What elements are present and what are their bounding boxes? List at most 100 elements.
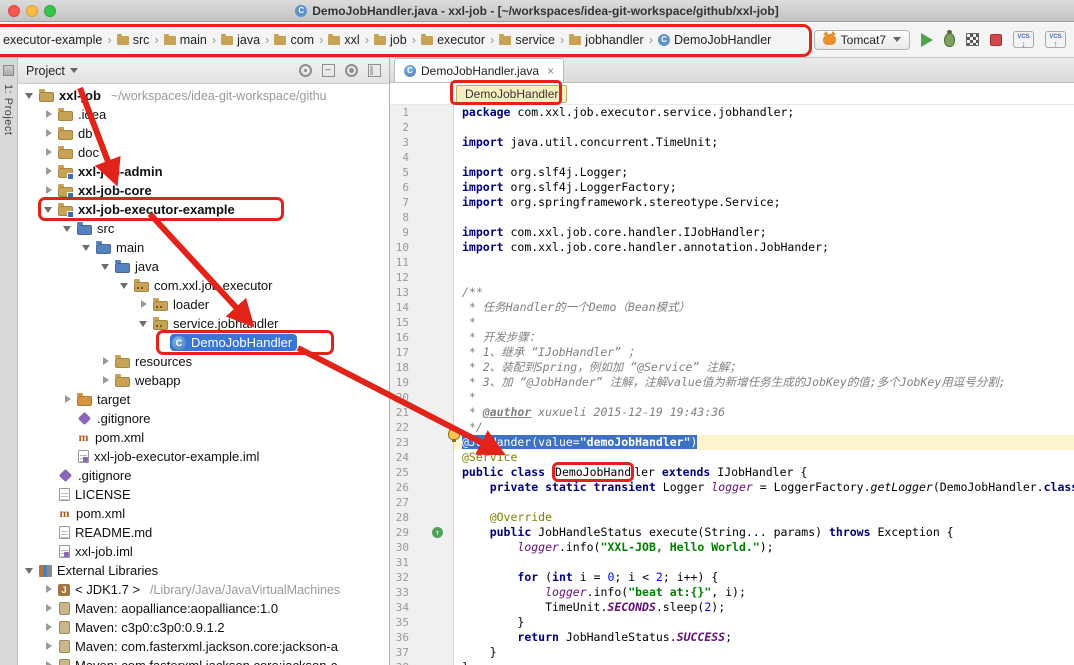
code-line-15[interactable]: 15 * — [390, 315, 1074, 330]
expand-arrow-icon[interactable] — [100, 261, 111, 272]
tree-item-resources[interactable]: resources — [18, 352, 389, 371]
code-line-10[interactable]: 10import com.xxl.job.core.handler.annota… — [390, 240, 1074, 255]
code-line-36[interactable]: 36 return JobHandleStatus.SUCCESS; — [390, 630, 1074, 645]
tree-item-service.jobhandler[interactable]: service.jobhandler — [18, 314, 389, 333]
tree-item-readme.md[interactable]: README.md — [18, 523, 389, 542]
code-line-12[interactable]: 12 — [390, 270, 1074, 285]
code-line-30[interactable]: 30 logger.info("XXL-JOB, Hello World."); — [390, 540, 1074, 555]
tree-item-target[interactable]: target — [18, 390, 389, 409]
expand-arrow-icon[interactable] — [43, 204, 54, 215]
tree-item-mavencom.fasterxml.jackson.corejackson-a[interactable]: Maven: com.fasterxml.jackson.core:jackso… — [18, 637, 389, 656]
expand-arrow-icon[interactable] — [43, 660, 54, 665]
tree-item-main[interactable]: main — [18, 238, 389, 257]
tree-item-demojobhandler[interactable]: DemoJobHandler — [18, 333, 389, 352]
expand-arrow-icon[interactable] — [43, 128, 54, 139]
coverage-icon[interactable] — [966, 33, 979, 46]
close-window-button[interactable] — [8, 5, 20, 17]
debug-icon[interactable] — [944, 33, 955, 47]
code-line-3[interactable]: 3import java.util.concurrent.TimeUnit; — [390, 135, 1074, 150]
breadcrumb-item-com[interactable]: com — [271, 31, 317, 49]
tree-item-.gitignore[interactable]: .gitignore — [18, 409, 389, 428]
tree-item-xxl-job-executor-example.iml[interactable]: xxl-job-executor-example.iml — [18, 447, 389, 466]
settings-icon[interactable] — [345, 64, 358, 77]
tree-item-xxl-job-core[interactable]: xxl-job-core — [18, 181, 389, 200]
tree-item-externallibraries[interactable]: External Libraries — [18, 561, 389, 580]
expand-arrow-icon[interactable] — [24, 565, 35, 576]
expand-arrow-icon[interactable] — [100, 375, 111, 386]
minimize-window-button[interactable] — [26, 5, 38, 17]
tree-item-mavenc3p0c3p00.9.1.2[interactable]: Maven: c3p0:c3p0:0.9.1.2 — [18, 618, 389, 637]
code-line-28[interactable]: 28 @Override — [390, 510, 1074, 525]
breadcrumb-item-xxl[interactable]: xxl — [325, 31, 362, 49]
breadcrumb-item-demojobhandler[interactable]: DemoJobHandler — [655, 31, 774, 49]
code-line-27[interactable]: 27 — [390, 495, 1074, 510]
tree-item-doc[interactable]: doc — [18, 143, 389, 162]
project-tool-button[interactable]: 1: Project — [2, 84, 14, 135]
code-line-5[interactable]: 5import org.slf4j.Logger; — [390, 165, 1074, 180]
code-line-22[interactable]: 22 */ — [390, 420, 1074, 435]
override-marker-icon[interactable]: ↑ — [432, 527, 443, 538]
code-line-4[interactable]: 4 — [390, 150, 1074, 165]
code-line-37[interactable]: 37 } — [390, 645, 1074, 660]
breadcrumb-item-executor-example[interactable]: executor-example — [0, 31, 105, 49]
tree-item-xxl-job.iml[interactable]: xxl-job.iml — [18, 542, 389, 561]
code-line-16[interactable]: 16 * 开发步骤： — [390, 330, 1074, 345]
expand-arrow-icon[interactable] — [100, 356, 111, 367]
tree-item-.gitignore[interactable]: .gitignore — [18, 466, 389, 485]
tree-item-pom.xml[interactable]: pom.xml — [18, 428, 389, 447]
code-line-26[interactable]: 26 private static transient Logger logge… — [390, 480, 1074, 495]
breadcrumb-item-service[interactable]: service — [496, 31, 558, 49]
tree-item-db[interactable]: db — [18, 124, 389, 143]
code-line-17[interactable]: 17 * 1、继承 “IJobHandler” ； — [390, 345, 1074, 360]
expand-arrow-icon[interactable] — [43, 147, 54, 158]
code-line-11[interactable]: 11 — [390, 255, 1074, 270]
breadcrumb-item-src[interactable]: src — [114, 31, 153, 49]
expand-arrow-icon[interactable] — [138, 299, 149, 310]
expand-arrow-icon[interactable] — [43, 641, 54, 652]
code-line-34[interactable]: 34 TimeUnit.SECONDS.sleep(2); — [390, 600, 1074, 615]
code-line-33[interactable]: 33 logger.info("beat at:{}", i); — [390, 585, 1074, 600]
editor-tab-demojobhandler[interactable]: DemoJobHandler.java × — [394, 58, 564, 82]
code-line-2[interactable]: 2 — [390, 120, 1074, 135]
code-line-6[interactable]: 6import org.slf4j.LoggerFactory; — [390, 180, 1074, 195]
zoom-window-button[interactable] — [44, 5, 56, 17]
hide-icon[interactable] — [368, 64, 381, 77]
breadcrumb-item-executor[interactable]: executor — [418, 31, 488, 49]
code-line-21[interactable]: 21 * @author xuxueli 2015-12-19 19:43:36 — [390, 405, 1074, 420]
tree-item-xxl-job-admin[interactable]: xxl-job-admin — [18, 162, 389, 181]
code-line-35[interactable]: 35 } — [390, 615, 1074, 630]
tree-item-xxl-job[interactable]: xxl-job~/workspaces/idea-git-workspace/g… — [18, 86, 389, 105]
expand-arrow-icon[interactable] — [62, 223, 73, 234]
vcs-commit-icon[interactable] — [1045, 31, 1066, 48]
code-line-32[interactable]: 32 for (int i = 0; i < 2; i++) { — [390, 570, 1074, 585]
run-config-selector[interactable]: Tomcat7 — [814, 30, 910, 50]
code-line-31[interactable]: 31 — [390, 555, 1074, 570]
code-line-1[interactable]: 1package com.xxl.job.executor.service.jo… — [390, 105, 1074, 120]
code-line-18[interactable]: 18 * 2、装配到Spring，例如加 “@Service” 注解； — [390, 360, 1074, 375]
tree-item-com.xxl.job.executor[interactable]: com.xxl.job.executor — [18, 276, 389, 295]
run-icon[interactable] — [921, 33, 933, 47]
tree-item-mavencom.fasterxml.jackson.corejackson-c[interactable]: Maven: com.fasterxml.jackson.core:jackso… — [18, 656, 389, 665]
editor-breadcrumb-class[interactable]: DemoJobHandler — [456, 85, 567, 103]
expand-arrow-icon[interactable] — [119, 280, 130, 291]
code-line-23[interactable]: 23@JobHander(value="demoJobHandler") — [390, 435, 1074, 450]
code-line-13[interactable]: 13/** — [390, 285, 1074, 300]
vcs-update-icon[interactable] — [1013, 31, 1034, 48]
code-line-9[interactable]: 9import com.xxl.job.core.handler.IJobHan… — [390, 225, 1074, 240]
code-line-20[interactable]: 20 * — [390, 390, 1074, 405]
expand-arrow-icon[interactable] — [43, 622, 54, 633]
expand-arrow-icon[interactable] — [43, 584, 54, 595]
code-line-14[interactable]: 14 * 任务Handler的一个Demo（Bean模式） — [390, 300, 1074, 315]
tree-item-jdk1.7[interactable]: < JDK1.7 >/Library/Java/JavaVirtualMachi… — [18, 580, 389, 599]
expand-arrow-icon[interactable] — [24, 90, 35, 101]
breadcrumb-item-jobhandler[interactable]: jobhandler — [566, 31, 646, 49]
tree-item-.idea[interactable]: .idea — [18, 105, 389, 124]
close-tab-icon[interactable]: × — [547, 64, 554, 78]
tree-item-xxl-job-executor-example[interactable]: xxl-job-executor-example — [18, 200, 389, 219]
code-line-24[interactable]: 24@Service — [390, 450, 1074, 465]
collapse-all-icon[interactable] — [322, 64, 335, 77]
tree-item-mavenaopallianceaopalliance1.0[interactable]: Maven: aopalliance:aopalliance:1.0 — [18, 599, 389, 618]
tree-item-license[interactable]: LICENSE — [18, 485, 389, 504]
project-view-selector[interactable]: Project — [26, 64, 299, 78]
tree-item-webapp[interactable]: webapp — [18, 371, 389, 390]
